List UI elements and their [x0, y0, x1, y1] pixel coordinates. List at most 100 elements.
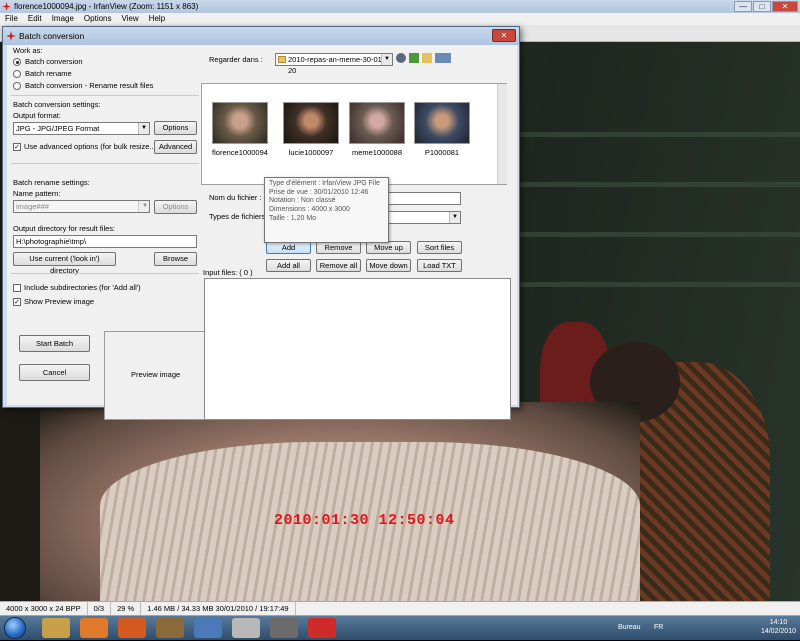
output-directory-label: Output directory for result files:	[13, 224, 116, 233]
irfanview-window-buttons: — □ ✕	[734, 0, 798, 13]
explorer-icon[interactable]	[42, 618, 70, 638]
name-pattern-input[interactable]: image### ▼	[13, 200, 150, 213]
name-pattern-value: image###	[16, 202, 49, 211]
include-subdirectories-checkbox[interactable]	[13, 284, 21, 292]
language-indicator[interactable]: FR	[654, 624, 663, 631]
batch-conversion-dialog: Batch conversion ✕ Work as: Batch conver…	[2, 26, 520, 420]
irfanview-logo-icon	[6, 31, 16, 41]
irfanview-logo-icon	[2, 2, 11, 11]
irfanview-status-bar: 4000 x 3000 x 24 BPP 0/3 29 % 1.46 MB / …	[0, 601, 800, 615]
media-player-icon[interactable]	[80, 618, 108, 638]
minimize-button[interactable]: —	[734, 1, 752, 12]
radio-convert-rename[interactable]	[13, 82, 21, 90]
divider	[11, 163, 199, 164]
add-all-button[interactable]: Add all	[266, 259, 311, 272]
show-preview-checkbox[interactable]: ✓	[13, 298, 21, 306]
chevron-down-icon: ▼	[138, 201, 149, 212]
clock-time: 14:10	[769, 619, 788, 626]
start-batch-button[interactable]: Start Batch	[19, 335, 90, 352]
status-filesize: 1.46 MB / 34.33 MB 30/01/2010 / 19:17:49	[141, 602, 296, 615]
status-zoom: 29 %	[111, 602, 142, 615]
divider	[11, 95, 199, 96]
move-down-button[interactable]: Move down	[366, 259, 411, 272]
advanced-button[interactable]: Advanced	[154, 140, 197, 154]
firefox-icon[interactable]	[118, 618, 146, 638]
use-current-directory-button[interactable]: Use current ('look in') directory	[13, 252, 116, 275]
remove-all-button[interactable]: Remove all	[316, 259, 361, 272]
close-button[interactable]: ✕	[772, 1, 798, 12]
view-menu-icon[interactable]	[435, 53, 451, 63]
app2-icon[interactable]	[270, 618, 298, 638]
format-options-button[interactable]: Options	[154, 121, 197, 135]
load-txt-button[interactable]: Load TXT	[417, 259, 462, 272]
output-directory-input[interactable]: H:\photographie\tmp\	[13, 235, 197, 248]
preview-pane: Preview image	[104, 331, 205, 420]
thumbnail-label[interactable]: lucie1000097	[276, 148, 346, 157]
dialog-title: Batch conversion	[19, 31, 85, 41]
menu-help[interactable]: Help	[144, 13, 170, 25]
output-format-select[interactable]: JPG - JPG/JPEG Format ▼	[13, 122, 150, 135]
thumbnail-label[interactable]: P1000081	[407, 148, 477, 157]
look-in-select[interactable]: 2010-repas-an-meme-30-01-20 ▼	[275, 53, 393, 75]
input-files-list[interactable]	[204, 278, 511, 420]
include-subdirectories-label: Include subdirectories (for 'Add all')	[24, 283, 141, 292]
menu-file[interactable]: File	[0, 13, 23, 25]
menu-edit[interactable]: Edit	[23, 13, 47, 25]
name-pattern-label: Name pattern:	[13, 189, 61, 198]
radio-label: Batch conversion - Rename result files	[25, 81, 154, 90]
thumbnail-label[interactable]: meme1000088	[342, 148, 412, 157]
filetypes-label: Types de fichiers :	[209, 212, 270, 221]
clock[interactable]: 14:10 14/02/2010	[761, 618, 796, 636]
back-icon[interactable]	[396, 53, 406, 63]
dialog-close-button[interactable]: ✕	[492, 29, 516, 42]
system-tray: Bureau FR 14:10 14/02/2010	[610, 616, 800, 641]
preview-label: Preview image	[131, 370, 181, 379]
input-files-label: Input files: ( 0 )	[203, 268, 253, 277]
bureau-label[interactable]: Bureau	[618, 624, 641, 631]
chevron-down-icon: ▼	[138, 123, 149, 134]
show-preview-label: Show Preview image	[24, 297, 95, 306]
look-in-label: Regarder dans :	[209, 55, 263, 64]
thumbnail-image[interactable]	[414, 102, 470, 144]
cancel-button[interactable]: Cancel	[19, 364, 90, 381]
new-folder-icon[interactable]	[422, 53, 432, 63]
radio-label: Batch rename	[25, 69, 72, 78]
rename-options-button[interactable]: Options	[154, 200, 197, 214]
thumbnail-image[interactable]	[283, 102, 339, 144]
menu-view[interactable]: View	[117, 13, 144, 25]
vertical-scrollbar[interactable]	[497, 84, 507, 184]
thumbnail-label[interactable]: florence1000094	[205, 148, 275, 157]
output-format-label: Output format:	[13, 111, 61, 120]
irfanview-title-bar: florence1000094.jpg - IrfanView (Zoom: 1…	[0, 0, 800, 13]
tooltip-line: Taille : 1,20 Mo	[269, 214, 317, 222]
folder-icon[interactable]	[156, 618, 184, 638]
messenger-icon[interactable]	[194, 618, 222, 638]
work-as-label: Work as:	[13, 46, 43, 55]
menu-image[interactable]: Image	[47, 13, 79, 25]
app-icon[interactable]	[232, 618, 260, 638]
thumbnail-image[interactable]	[212, 102, 268, 144]
advanced-options-checkbox[interactable]: ✓	[13, 143, 21, 151]
irfanview-taskbar-icon[interactable]	[308, 618, 336, 638]
chevron-down-icon: ▼	[381, 54, 392, 65]
tooltip-line: Dimensions : 4000 x 3000	[269, 206, 350, 214]
up-folder-icon[interactable]	[409, 53, 419, 63]
maximize-button[interactable]: □	[753, 1, 771, 12]
start-button[interactable]	[4, 617, 26, 639]
radio-batch-rename[interactable]	[13, 70, 21, 78]
windows-taskbar: Bureau FR 14:10 14/02/2010	[0, 615, 800, 640]
tooltip-line: Prise de vue : 30/01/2010 12:46	[269, 188, 369, 196]
browse-button[interactable]: Browse	[154, 252, 197, 266]
filename-label: Nom du fichier :	[209, 193, 262, 202]
radio-label: Batch conversion	[25, 57, 83, 66]
thumbnail-image[interactable]	[349, 102, 405, 144]
menu-options[interactable]: Options	[79, 13, 117, 25]
chevron-down-icon: ▼	[449, 212, 460, 223]
status-dimensions: 4000 x 3000 x 24 BPP	[0, 602, 88, 615]
file-browser: florence1000094 lucie1000097 meme1000088…	[201, 83, 507, 185]
clock-date: 14/02/2010	[760, 628, 796, 635]
file-info-tooltip: Type d'élément : IrfanView JPG File Pris…	[264, 177, 389, 243]
tooltip-line: Notation : Non classé	[269, 197, 336, 205]
sort-files-button[interactable]: Sort files	[417, 241, 462, 254]
radio-batch-conversion[interactable]	[13, 58, 21, 66]
